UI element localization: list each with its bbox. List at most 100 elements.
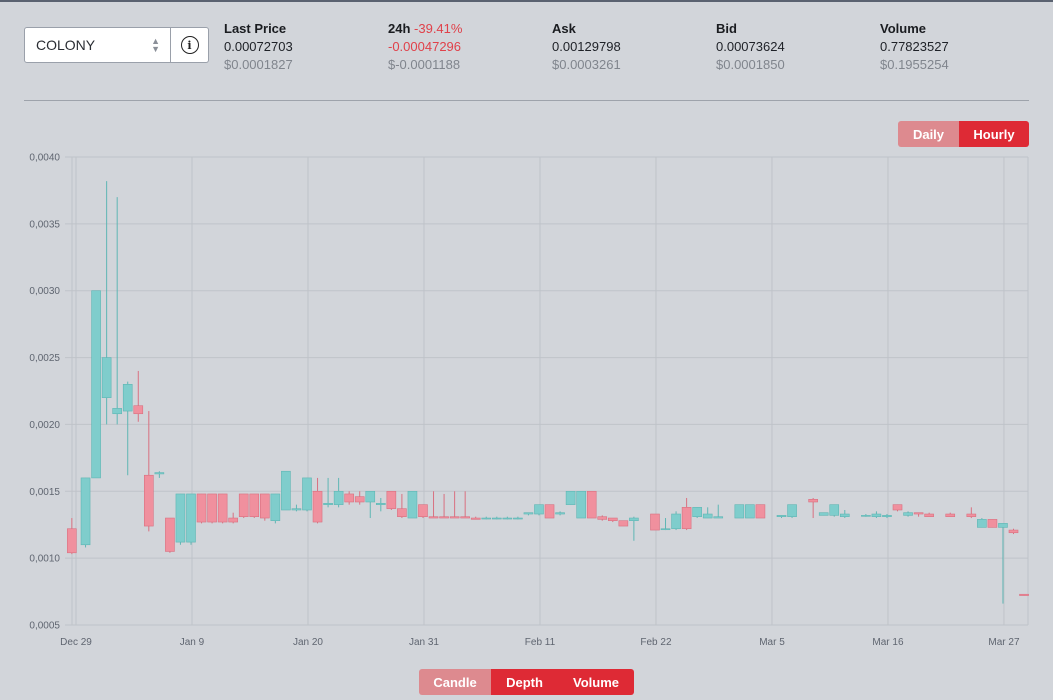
candle-up xyxy=(745,504,755,519)
candle-up xyxy=(101,181,112,425)
candle-body xyxy=(534,504,544,515)
candle-up xyxy=(787,504,797,519)
candle-down xyxy=(196,493,207,524)
candle-down xyxy=(966,507,977,519)
x-axis: Dec 29 Jan 9 Jan 20 Jan 31 Feb 11 Feb 22 Mar 5… xyxy=(60,637,1020,648)
candle-up xyxy=(882,514,892,519)
candle-body xyxy=(270,493,281,522)
candle-down xyxy=(586,490,597,519)
stat-bid-label: Bid xyxy=(716,21,737,36)
candle-up xyxy=(702,507,713,519)
candle-down xyxy=(924,512,934,517)
x-tick-label: Feb 11 xyxy=(525,637,556,648)
candle-body xyxy=(175,493,186,543)
candle-body xyxy=(238,493,249,517)
candle-body xyxy=(586,490,597,519)
candle-body xyxy=(576,490,586,519)
x-tick-label: Jan 9 xyxy=(180,637,205,648)
candle-down xyxy=(913,512,924,517)
candle-body xyxy=(544,504,555,519)
candle-up xyxy=(80,477,91,548)
candle-body xyxy=(133,405,144,415)
candle-down xyxy=(681,497,692,531)
y-tick-label: 0,0020 xyxy=(29,420,60,431)
candle-body xyxy=(439,516,449,519)
y-tick-label: 0,0005 xyxy=(29,621,60,632)
y-tick-label: 0,0025 xyxy=(29,353,60,364)
x-tick-label: Mar 16 xyxy=(872,637,904,648)
stat-last-price: Last Price 0.00072703 $0.0001827 xyxy=(224,20,293,74)
volume-button[interactable]: Volume xyxy=(558,669,634,695)
candle-down xyxy=(945,512,956,517)
candle-button[interactable]: Candle xyxy=(419,669,491,695)
stat-last-price-label: Last Price xyxy=(224,21,287,36)
candle-down xyxy=(470,516,481,520)
candle-up xyxy=(270,493,281,524)
candle-body xyxy=(650,513,660,531)
candle-down xyxy=(260,493,270,521)
market-select[interactable]: COLONY ▲ ▼ xyxy=(24,27,171,63)
x-tick-label: Mar 5 xyxy=(759,637,785,648)
candle-up xyxy=(565,490,576,505)
candle-body xyxy=(829,504,840,516)
candle-body xyxy=(660,528,671,531)
candle-body xyxy=(249,493,260,517)
candle-down xyxy=(354,491,365,505)
stat-ask-value: 0.00129798 xyxy=(552,39,621,54)
candle-down xyxy=(650,513,660,531)
candle-up xyxy=(776,515,787,519)
candle-body xyxy=(312,490,323,523)
candle-body xyxy=(966,513,977,517)
candle-body xyxy=(903,512,913,516)
candle-down xyxy=(386,490,397,511)
candle-body xyxy=(217,493,228,523)
candle-up xyxy=(281,470,291,511)
candle-body xyxy=(207,493,217,523)
candlestick-chart: 0,0040 0,0035 0,0030 0,0025 0,0020 0,0015 0,00… xyxy=(29,153,1029,648)
candles xyxy=(67,181,1029,604)
stat-ask-usd: $0.0003261 xyxy=(552,57,621,72)
stat-volume: Volume 0.77823527 $0.1955254 xyxy=(880,20,949,74)
candle-down xyxy=(1008,528,1019,535)
candle-up xyxy=(903,511,913,517)
candle-up xyxy=(502,516,513,520)
depth-button[interactable]: Depth xyxy=(491,669,558,695)
candle-body xyxy=(333,490,344,505)
candle-body xyxy=(892,504,903,511)
market-select-value: COLONY xyxy=(36,37,96,53)
candle-body xyxy=(67,528,77,554)
candle-down xyxy=(344,491,354,505)
stat-ask: Ask 0.00129798 $0.0003261 xyxy=(552,20,621,74)
candle-down xyxy=(207,493,217,524)
candle-body xyxy=(692,507,702,517)
candle-up xyxy=(555,511,565,516)
candle-down xyxy=(449,491,460,519)
candle-up xyxy=(839,510,850,519)
candle-up xyxy=(186,493,196,545)
candle-down xyxy=(607,517,618,523)
candle-body xyxy=(987,519,998,528)
candle-body xyxy=(228,517,238,523)
candle-body xyxy=(260,493,270,519)
candle-down xyxy=(238,493,249,519)
info-button[interactable]: i xyxy=(171,27,209,63)
candle-up xyxy=(713,504,724,519)
candle-body xyxy=(397,508,407,517)
candle-up xyxy=(302,477,312,512)
y-tick-label: 0,0035 xyxy=(29,219,60,230)
candle-body xyxy=(681,507,692,530)
candle-body xyxy=(629,517,639,522)
stat-ask-label: Ask xyxy=(552,21,576,36)
candle-body xyxy=(470,517,481,520)
stat-bid: Bid 0.00073624 $0.0001850 xyxy=(716,20,785,74)
candle-down xyxy=(165,517,175,553)
candle-body xyxy=(839,513,850,517)
y-tick-label: 0,0030 xyxy=(29,286,60,297)
candle-body xyxy=(871,513,882,517)
sort-arrows-icon: ▲ ▼ xyxy=(151,36,160,54)
candle-down xyxy=(397,493,407,519)
candle-body xyxy=(882,515,892,517)
candle-up xyxy=(122,381,133,476)
candle-up xyxy=(154,471,165,478)
candle-body xyxy=(818,512,829,516)
